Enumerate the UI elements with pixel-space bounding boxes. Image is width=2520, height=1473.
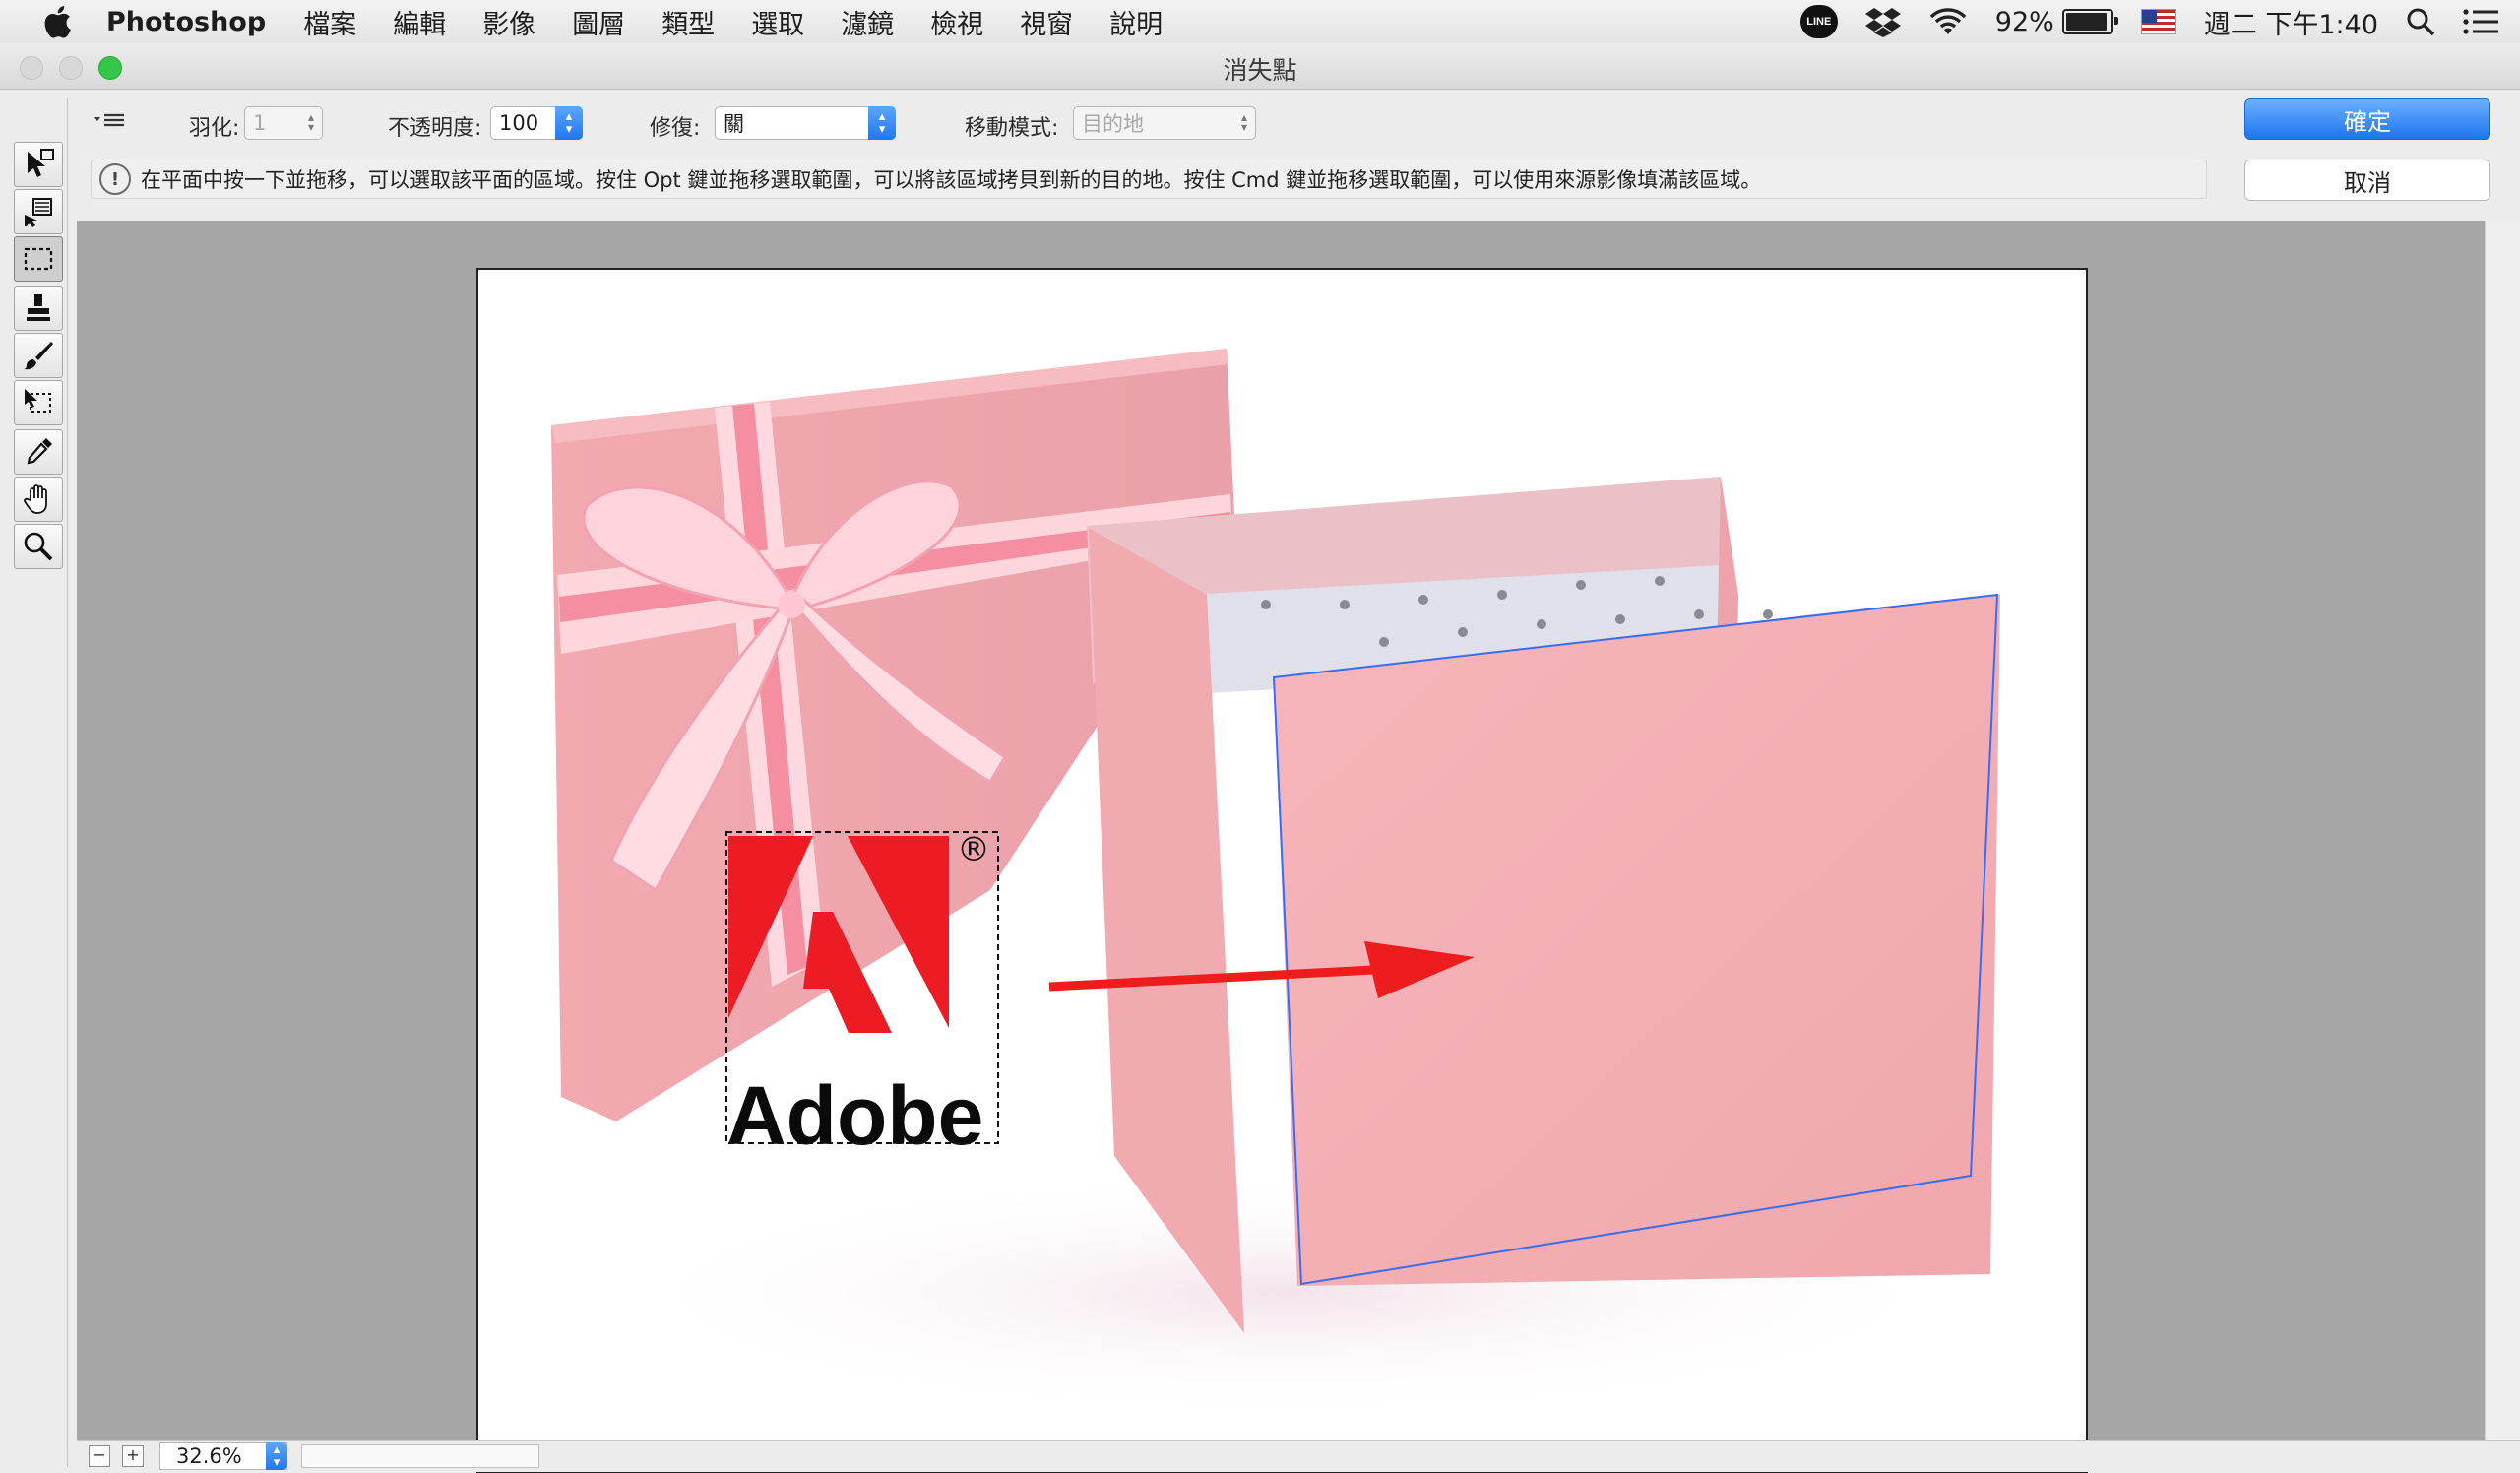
- edit-plane-tool[interactable]: [14, 142, 63, 187]
- horizontal-scrollbar[interactable]: [301, 1444, 539, 1468]
- zoom-out-button[interactable]: −: [89, 1445, 110, 1467]
- menu-image[interactable]: 影像: [482, 3, 536, 41]
- menu-filter[interactable]: 濾鏡: [841, 3, 894, 41]
- menu-view[interactable]: 檢視: [930, 3, 983, 41]
- battery-percent: 92%: [1994, 6, 2054, 37]
- panel-menu-icon[interactable]: [93, 112, 128, 132]
- info-exclamation-icon: !: [99, 163, 131, 195]
- zoom-tool[interactable]: [14, 524, 63, 569]
- battery-icon: [2061, 9, 2118, 34]
- line-icon[interactable]: LINE: [1799, 5, 1838, 38]
- feather-field[interactable]: 1 ▴ ▾: [244, 106, 323, 140]
- stamp-tool[interactable]: [14, 286, 63, 331]
- heal-select[interactable]: 關 ▴ ▾: [715, 106, 896, 140]
- menu-edit[interactable]: 編輯: [393, 3, 446, 41]
- brush-tool[interactable]: [14, 333, 63, 378]
- marquee-icon: [24, 247, 53, 271]
- move-mode-select[interactable]: 目的地 ▴ ▾: [1073, 106, 1256, 140]
- dropbox-icon[interactable]: [1864, 6, 1901, 37]
- move-mode-arrows: ▴ ▾: [1240, 110, 1248, 134]
- hint-bar: ! 在平面中按一下並拖移，可以選取該平面的區域。按住 Opt 鍵並拖移選取範圍，…: [91, 160, 2207, 199]
- zoom-in-button[interactable]: +: [122, 1445, 144, 1467]
- menu-bar: Photoshop 檔案 編輯 影像 圖層 類型 選取 濾鏡 檢視 視窗 說明 …: [0, 0, 2520, 44]
- ok-button[interactable]: 確定: [2244, 98, 2490, 140]
- spotlight-search-icon[interactable]: [2406, 7, 2435, 36]
- document-canvas[interactable]: Adobe ®: [476, 268, 2088, 1473]
- create-plane-tool[interactable]: [14, 189, 63, 234]
- zoom-field[interactable]: 32.6% ▴ ▾: [159, 1442, 287, 1470]
- tool-palette: [10, 98, 68, 1467]
- feather-label: 羽化:: [189, 116, 240, 141]
- hand-tool[interactable]: [14, 477, 63, 522]
- vanishing-point-window: 消失點 羽化: 1 ▴ ▾ 不透明度: 100 ▴ ▾ 修復: 關 ▴ ▾ 移動…: [0, 43, 2520, 1473]
- marquee-tool[interactable]: [14, 236, 63, 282]
- hand-icon: [24, 484, 47, 514]
- menu-app-name[interactable]: Photoshop: [106, 7, 266, 37]
- cancel-button[interactable]: 取消: [2244, 160, 2490, 201]
- zoom-stepper[interactable]: ▴ ▾: [266, 1442, 287, 1470]
- clock[interactable]: 週二 下午1:40: [2204, 3, 2378, 41]
- menu-type[interactable]: 類型: [662, 3, 715, 41]
- eyedropper-icon: [27, 438, 52, 465]
- feather-value: 1: [253, 111, 267, 135]
- magnifier-icon: [24, 532, 53, 561]
- opacity-value: 100: [499, 111, 539, 135]
- adobe-logo-text: Adobe: [726, 1069, 983, 1162]
- zoom-value: 32.6%: [176, 1444, 242, 1468]
- feather-stepper[interactable]: ▴ ▾: [304, 111, 318, 134]
- vertical-scrollbar[interactable]: [2485, 221, 2520, 1440]
- move-mode-value: 目的地: [1082, 112, 1144, 136]
- opacity-label: 不透明度:: [388, 116, 482, 141]
- status-menus: LINE 92% 週二 下午1:40: [1773, 0, 2520, 43]
- transform-tool[interactable]: [14, 380, 63, 425]
- opacity-stepper[interactable]: ▴ ▾: [555, 106, 583, 140]
- edit-plane-arrow-icon: [28, 149, 54, 177]
- heal-label: 修復:: [650, 116, 701, 141]
- apple-icon[interactable]: [37, 2, 77, 41]
- menu-help[interactable]: 說明: [1109, 3, 1163, 41]
- heal-value: 關: [724, 112, 744, 136]
- gift-box-image: Adobe ®: [551, 349, 2000, 1412]
- move-mode-label: 移動模式:: [965, 116, 1059, 141]
- registered-mark: ®: [957, 830, 990, 869]
- transform-icon: [25, 389, 51, 413]
- menu-file[interactable]: 檔案: [303, 3, 356, 41]
- stamp-icon: [27, 294, 50, 321]
- heal-select-arrows: ▴ ▾: [868, 106, 896, 140]
- menu-layer[interactable]: 圖層: [572, 3, 625, 41]
- eyedropper-tool[interactable]: [14, 429, 63, 475]
- hint-text: 在平面中按一下並拖移，可以選取該平面的區域。按住 Opt 鍵並拖移選取範圍，可以…: [141, 168, 1762, 192]
- input-source-flag-icon[interactable]: [2140, 9, 2176, 34]
- notification-center-icon[interactable]: [2463, 8, 2498, 35]
- create-plane-icon: [25, 198, 52, 227]
- title-bar: 消失點: [0, 43, 2520, 90]
- opacity-field[interactable]: 100 ▴ ▾: [490, 106, 583, 140]
- brush-icon: [24, 342, 53, 370]
- window-title: 消失點: [1223, 56, 1297, 85]
- open-box: [1087, 477, 2000, 1333]
- menu-select[interactable]: 選取: [751, 3, 804, 41]
- battery-status[interactable]: 92%: [1994, 6, 2118, 37]
- status-bar: − + 32.6% ▴ ▾: [77, 1440, 2520, 1472]
- wifi-icon[interactable]: [1928, 7, 1968, 36]
- menu-window[interactable]: 視窗: [1020, 3, 1073, 41]
